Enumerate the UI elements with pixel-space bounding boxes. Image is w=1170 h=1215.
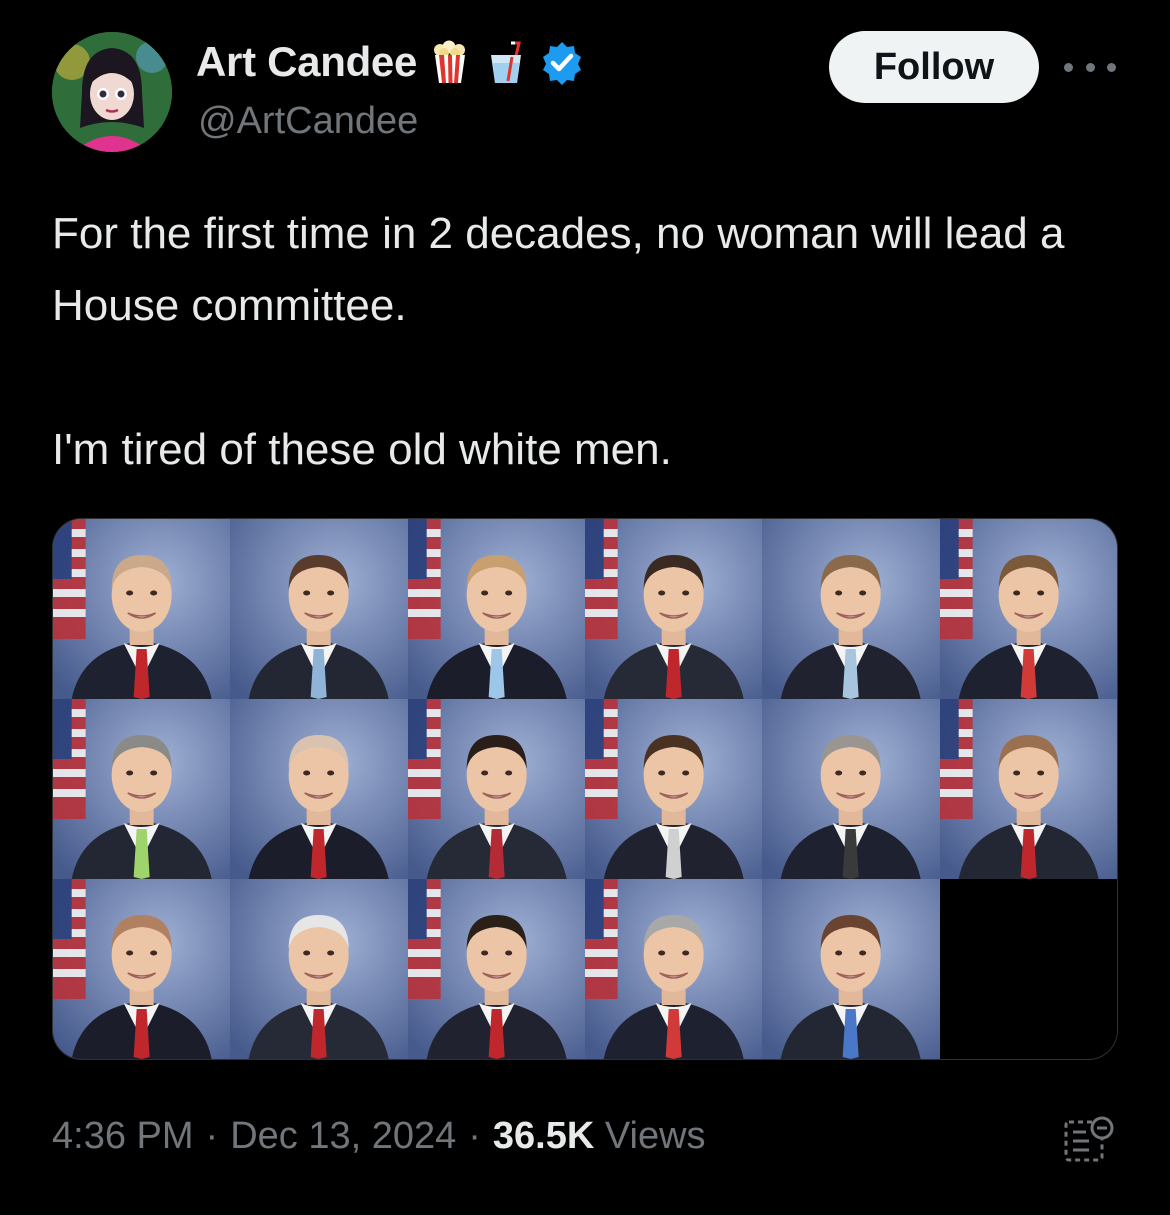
portrait-photo[interactable] <box>584 879 763 1059</box>
tweet-meta: 4:36 PM · Dec 13, 2024 · 36.5K Views <box>52 1115 706 1158</box>
author-name-row: Art Candee <box>196 38 585 86</box>
more-options-icon[interactable] <box>1064 50 1116 84</box>
portrait-photo[interactable] <box>584 699 763 879</box>
cup-with-straw-icon <box>483 39 529 85</box>
tweet-date[interactable]: Dec 13, 2024 <box>230 1115 456 1158</box>
tweet-paragraph-1: For the first time in 2 decades, no woma… <box>52 209 1065 330</box>
empty-grid-cell <box>939 879 1117 1059</box>
portrait-photo[interactable] <box>53 879 231 1059</box>
portrait-photo[interactable] <box>762 699 940 879</box>
author-name[interactable]: Art Candee <box>196 38 417 86</box>
author-avatar[interactable] <box>52 32 172 152</box>
portrait-photo[interactable] <box>407 879 585 1059</box>
views-label: Views <box>604 1115 706 1157</box>
portrait-photo[interactable] <box>939 519 1117 699</box>
author-handle[interactable]: @ArtCandee <box>198 100 418 143</box>
portrait-photo[interactable] <box>53 519 231 699</box>
tweet-text: For the first time in 2 decades, no woma… <box>52 198 1132 486</box>
portrait-photo[interactable] <box>407 519 585 699</box>
portrait-photo[interactable] <box>762 879 940 1059</box>
portrait-photo[interactable] <box>939 699 1117 879</box>
tweet-paragraph-2: I'm tired of these old white men. <box>52 425 672 474</box>
meta-separator: · <box>468 1115 481 1157</box>
portrait-photo[interactable] <box>584 519 763 699</box>
portrait-photo[interactable] <box>230 519 408 699</box>
portrait-photo[interactable] <box>53 699 231 879</box>
analytics-icon[interactable] <box>1060 1112 1116 1168</box>
photo-grid <box>53 519 1117 1059</box>
views-count: 36.5K <box>492 1115 595 1157</box>
portrait-photo[interactable] <box>407 699 585 879</box>
portrait-photo[interactable] <box>762 519 940 699</box>
tweet-time[interactable]: 4:36 PM <box>52 1115 194 1158</box>
tweet-media[interactable] <box>52 518 1118 1060</box>
meta-separator: · <box>205 1115 219 1157</box>
portrait-photo[interactable] <box>230 879 408 1059</box>
portrait-photo[interactable] <box>230 699 408 879</box>
follow-button[interactable]: Follow <box>829 31 1039 103</box>
popcorn-icon <box>427 39 473 85</box>
verified-badge-icon[interactable] <box>539 39 585 85</box>
